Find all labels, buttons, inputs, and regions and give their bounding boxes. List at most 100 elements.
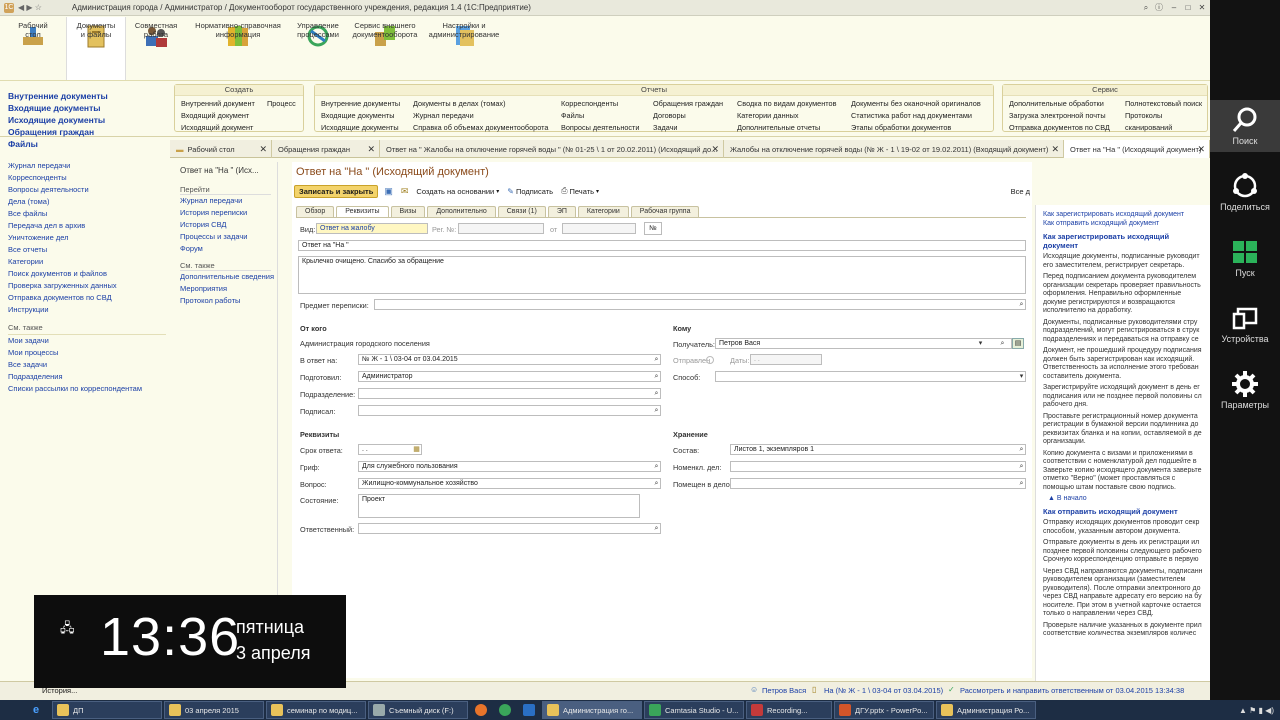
side-link[interactable]: Журнал передачи [180,195,277,207]
charm-start[interactable]: Пуск [1210,236,1280,278]
reg-date-field[interactable] [562,223,636,234]
reg-number-field[interactable] [458,223,544,234]
nav-link[interactable]: Все отчеты [8,244,166,256]
start-button[interactable]: e [0,701,50,719]
close-button[interactable]: ✕ [1196,2,1208,14]
charm-search[interactable]: Поиск [1210,100,1280,152]
vid-field[interactable]: Ответ на жалобу [316,223,428,234]
report-link[interactable]: Корреспонденты [561,98,639,110]
search-icon[interactable]: ⌕ [652,524,661,533]
header-field[interactable]: Ответ на "На " [298,240,1026,251]
nav-internal-docs[interactable]: Внутренние документы [8,90,166,102]
taskbar-item[interactable]: Recording... [746,701,832,719]
create-internal-link[interactable]: Внутренний документ [181,98,255,110]
side-link[interactable]: Форум [180,243,277,255]
side-link[interactable]: История переписки [180,207,277,219]
report-link[interactable]: Журнал передачи [413,110,548,122]
service-link[interactable]: Полнотекстовый поиск [1125,98,1207,110]
search-icon[interactable]: ⌕ [652,462,661,471]
taskbar-item[interactable]: Camtasia Studio - U... [644,701,744,719]
tab-categories[interactable]: Категории [577,206,629,217]
close-icon[interactable]: ✕ [711,144,719,155]
help-back-link[interactable]: ▲ В начало [1048,495,1206,502]
search-icon[interactable]: ⌕ [1017,300,1026,309]
taskbar-item[interactable]: семинар по модиц... [266,701,366,719]
nav-link[interactable]: Подразделения [8,371,166,383]
taskbar-item[interactable]: Администрация Ро... [936,701,1036,719]
taskbar-pinned[interactable] [494,701,516,719]
nav-link[interactable]: Журнал передачи [8,160,166,172]
nav-link[interactable]: Уничтожение дел [8,232,166,244]
taskbar-item[interactable]: ДГУ.pptx - PowerPo... [834,701,934,719]
chevron-down-icon[interactable]: ▾ [976,339,985,348]
close-icon[interactable]: ✕ [1197,144,1205,155]
nav-link[interactable]: Вопросы деятельности [8,184,166,196]
report-link[interactable]: Договоры [653,110,723,122]
content-field[interactable]: Листов 1, экземпляров 1 [730,444,1026,455]
taskbar-pinned[interactable] [518,701,540,719]
search-icon[interactable]: ⌕ [652,389,661,398]
close-icon[interactable]: ✕ [259,144,267,155]
search-icon[interactable]: ⌕ [652,479,661,488]
service-link[interactable]: Протоколы сканирований [1125,110,1207,134]
taskbar-item[interactable]: 03 апреля 2015 [164,701,264,719]
taskbar-item[interactable]: Съемный диск (F:) [368,701,468,719]
tab-requisites[interactable]: Реквизиты [336,206,389,217]
division-field[interactable] [358,388,661,399]
nav-outgoing-docs[interactable]: Исходящие документы [8,114,166,126]
tab-links[interactable]: Связи (1) [497,206,546,217]
report-link[interactable]: Сводка по видам документов [737,98,836,110]
number-button[interactable]: № [644,222,662,235]
chevron-down-icon[interactable]: ▾ [496,188,499,195]
search-icon[interactable]: ⌕ [998,339,1007,348]
tab-reply-hot-water[interactable]: Ответ на " Жалобы на отключение горячей … [380,140,724,158]
nav-link[interactable]: Все задачи [8,359,166,371]
section-collaboration[interactable]: Совместная работа [126,17,186,80]
nav-link[interactable]: Инструкции [8,304,166,316]
mail-icon[interactable]: ✉ [401,186,409,197]
report-link[interactable]: Файлы [561,110,639,122]
report-link[interactable]: Статистика работ над документами [851,110,981,122]
tab-overview[interactable]: Обзор [296,206,335,217]
chevron-down-icon[interactable]: ▾ [596,188,599,195]
nav-files[interactable]: Файлы [8,138,166,150]
section-settings[interactable]: Настройки и администрирование [424,17,504,80]
section-processes[interactable]: Управление процессами [290,17,346,80]
nav-citizen-appeals[interactable]: Обращения граждан [8,126,166,138]
nav-link[interactable]: Корреспонденты [8,172,166,184]
service-link[interactable]: Загрузка электронной почты [1009,110,1110,122]
responsible-field[interactable] [358,523,661,534]
status-document[interactable]: На (№ Ж - 1 \ 03-04 от 03.04.2015) [824,686,943,695]
save-icon[interactable]: ▣ [384,186,393,197]
side-link[interactable]: Мероприятия [180,283,277,295]
section-documents[interactable]: Документы и файлы [66,17,126,80]
print-button[interactable]: Печать [569,187,594,196]
tab-citizen-appeals[interactable]: Обращения граждан ✕ [272,140,380,158]
recipient-field[interactable]: Петров Вася [715,338,1012,349]
taskbar-item[interactable]: ДП [52,701,162,719]
create-based-button[interactable]: Создать на основании [416,187,494,196]
nav-link[interactable]: Дела (тома) [8,196,166,208]
taskbar-item[interactable]: Администрация го... [542,701,642,719]
nav-link[interactable]: Поиск документов и файлов [8,268,166,280]
sent-radio[interactable] [706,356,714,364]
create-incoming-link[interactable]: Входящий документ [181,110,255,122]
service-link[interactable]: Дополнительные обработки [1009,98,1110,110]
state-field[interactable]: Проект [358,494,640,518]
nav-link[interactable]: Отправка документов по СВД [8,292,166,304]
tab-hot-water-complaint[interactable]: Жалобы на отключение горячей воды (№ Ж -… [724,140,1064,158]
tab-additional[interactable]: Дополнительно [427,206,496,217]
side-link[interactable]: История СВД [180,219,277,231]
create-outgoing-link[interactable]: Исходящий документ [181,122,255,134]
nomenclature-field[interactable] [730,461,1026,472]
charm-share[interactable]: Поделиться [1210,170,1280,212]
nav-link[interactable]: Мои процессы [8,347,166,359]
stamp-field[interactable]: Для служебного пользования [358,461,661,472]
system-tray[interactable]: ▲ ⚑ ▮ ◀) [1239,706,1274,715]
help-link-send[interactable]: Как отправить исходящий документ [1043,220,1206,227]
method-field[interactable] [715,371,1026,382]
report-link[interactable]: Обращения граждан [653,98,723,110]
help-link-register[interactable]: Как зарегистрировать исходящий документ [1043,211,1206,218]
report-link[interactable]: Исходящие документы [321,122,400,134]
tab-visas[interactable]: Визы [390,206,426,217]
